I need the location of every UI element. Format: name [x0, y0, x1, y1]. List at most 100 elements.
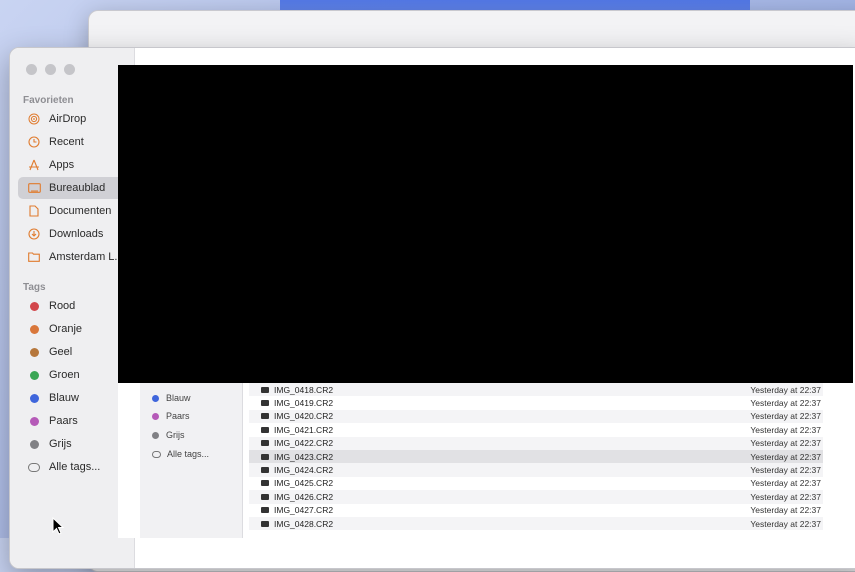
minimize-window-button[interactable] — [45, 64, 56, 75]
file-row[interactable]: IMG_0425.CR2 Yesterday at 22:37 — [249, 477, 823, 490]
tag-color-dot-icon — [152, 394, 159, 402]
sidebar-item-label: Paars — [49, 415, 78, 427]
sidebar-tag-blauw[interactable]: Blauw — [18, 387, 130, 409]
file-name: IMG_0424.CR2 — [274, 465, 334, 476]
file-name: IMG_0427.CR2 — [274, 505, 334, 516]
tag-color-dot-icon — [26, 393, 42, 403]
all-tags-icon — [152, 450, 161, 458]
file-row[interactable]: IMG_0418.CR2 Yesterday at 22:37 — [249, 383, 823, 397]
inner-sidebar-label: Grijs — [166, 430, 185, 440]
favorites-section-title: Favorieten — [23, 95, 74, 106]
file-row[interactable]: IMG_0420.CR2 Yesterday at 22:37 — [249, 409, 823, 424]
sidebar-item-label: Documenten — [49, 205, 112, 217]
sidebar-item-label: Rood — [49, 300, 76, 312]
file-row[interactable]: IMG_0422.CR2 Yesterday at 22:37 — [249, 436, 823, 450]
sidebar-tag-groen[interactable]: Groen — [18, 364, 130, 386]
sidebar-item-documenten[interactable]: Documenten — [18, 200, 130, 222]
document-icon — [26, 205, 42, 217]
file-date: Yesterday at 22:37 — [750, 518, 821, 529]
tag-color-dot-icon — [26, 347, 42, 357]
file-row[interactable]: IMG_0428.CR2 Yesterday at 22:37 — [249, 516, 823, 531]
file-date: Yesterday at 22:37 — [750, 491, 821, 502]
sidebar-item-label: Recent — [49, 136, 84, 148]
raw-file-icon — [261, 426, 269, 433]
file-date: Yesterday at 22:37 — [750, 398, 821, 409]
sidebar-item-downloads[interactable]: Downloads — [18, 223, 130, 245]
raw-file-icon — [261, 480, 269, 487]
file-row-selected[interactable]: IMG_0423.CR2 Yesterday at 22:37 — [249, 449, 823, 464]
sidebar-item-label: Geel — [49, 346, 73, 358]
sidebar-tag-rood[interactable]: Rood — [18, 295, 130, 317]
raw-file-icon — [261, 453, 269, 460]
file-date: Yesterday at 22:37 — [750, 478, 821, 489]
clock-icon — [26, 136, 42, 148]
raw-file-icon — [261, 493, 269, 500]
window-controls — [26, 64, 75, 75]
file-name: IMG_0421.CR2 — [274, 424, 334, 435]
sidebar-item-label: Apps — [49, 159, 75, 171]
inner-sidebar-tag-blauw[interactable]: Blauw — [152, 393, 191, 403]
folder-icon — [26, 252, 42, 262]
tag-color-dot-icon — [152, 412, 159, 420]
raw-file-icon — [261, 520, 269, 527]
desktop-icon — [26, 182, 42, 194]
file-date: Yesterday at 22:37 — [750, 438, 821, 449]
sidebar-item-label: Groen — [49, 369, 80, 381]
tag-color-dot-icon — [26, 370, 42, 380]
raw-file-icon — [261, 467, 269, 474]
file-name: IMG_0423.CR2 — [274, 451, 334, 462]
file-row[interactable]: IMG_0426.CR2 Yesterday at 22:37 — [249, 490, 823, 504]
sidebar-tag-paars[interactable]: Paars — [18, 410, 130, 432]
sidebar-item-label: Oranje — [49, 323, 83, 335]
raw-file-icon — [261, 400, 269, 407]
sidebar-item-label: Bureaublad — [49, 182, 106, 194]
sidebar-item-recent[interactable]: Recent — [18, 131, 130, 153]
file-row[interactable]: IMG_0419.CR2 Yesterday at 22:37 — [249, 396, 823, 409]
airdrop-icon — [26, 113, 42, 125]
tags-section-title: Tags — [23, 282, 46, 293]
sidebar-item-amsterdam[interactable]: Amsterdam L... — [18, 246, 130, 268]
inner-sidebar-tag-paars[interactable]: Paars — [152, 411, 190, 421]
file-name: IMG_0419.CR2 — [274, 398, 334, 409]
inner-sidebar-tag-grijs[interactable]: Grijs — [152, 430, 185, 440]
file-date: Yesterday at 22:37 — [750, 505, 821, 516]
inner-sidebar-label: Alle tags... — [167, 449, 210, 459]
sidebar-tag-geel[interactable]: Geel — [18, 341, 130, 363]
sidebar-item-bureaublad[interactable]: Bureaublad — [18, 177, 130, 199]
sidebar-tag-grijs[interactable]: Grijs — [18, 433, 130, 455]
tag-color-dot-icon — [152, 431, 159, 439]
file-name: IMG_0426.CR2 — [274, 491, 334, 502]
inner-sidebar-label: Paars — [166, 411, 190, 421]
sidebar-item-label: Downloads — [49, 228, 104, 240]
sidebar-tag-all[interactable]: Alle tags... — [18, 456, 130, 478]
inner-finder-window[interactable]: Blauw Paars Grijs Alle tags... IMG_0418.… — [118, 383, 823, 538]
raw-file-icon — [261, 440, 269, 447]
sidebar-item-label: Amsterdam L... — [49, 251, 124, 263]
file-name: IMG_0425.CR2 — [274, 478, 334, 489]
sidebar-tag-oranje[interactable]: Oranje — [18, 318, 130, 340]
redaction-overlay — [118, 65, 853, 383]
file-name: IMG_0422.CR2 — [274, 438, 334, 449]
file-name: IMG_0418.CR2 — [274, 384, 334, 395]
raw-file-icon — [261, 386, 269, 393]
all-tags-icon — [26, 462, 42, 472]
file-row[interactable]: IMG_0424.CR2 Yesterday at 22:37 — [249, 463, 823, 477]
apps-icon — [26, 159, 42, 171]
file-list: IMG_0418.CR2 Yesterday at 22:37 IMG_0419.… — [249, 383, 823, 531]
file-date: Yesterday at 22:37 — [750, 451, 821, 462]
sidebar-item-airdrop[interactable]: AirDrop — [18, 108, 130, 130]
sidebar: Favorieten AirDrop Recent Apps Bureaubla… — [10, 48, 135, 568]
tag-color-dot-icon — [26, 301, 42, 311]
tag-color-dot-icon — [26, 324, 42, 334]
file-date: Yesterday at 22:37 — [750, 411, 821, 422]
close-window-button[interactable] — [26, 64, 37, 75]
sidebar-item-label: Blauw — [49, 392, 79, 404]
zoom-window-button[interactable] — [64, 64, 75, 75]
file-row[interactable]: IMG_0427.CR2 Yesterday at 22:37 — [249, 504, 823, 517]
sidebar-item-apps[interactable]: Apps — [18, 154, 130, 176]
tag-color-dot-icon — [26, 416, 42, 426]
mouse-pointer-icon — [52, 516, 65, 540]
inner-sidebar-tag-all[interactable]: Alle tags... — [152, 449, 209, 459]
file-row[interactable]: IMG_0421.CR2 Yesterday at 22:37 — [249, 423, 823, 436]
raw-file-icon — [261, 413, 269, 420]
